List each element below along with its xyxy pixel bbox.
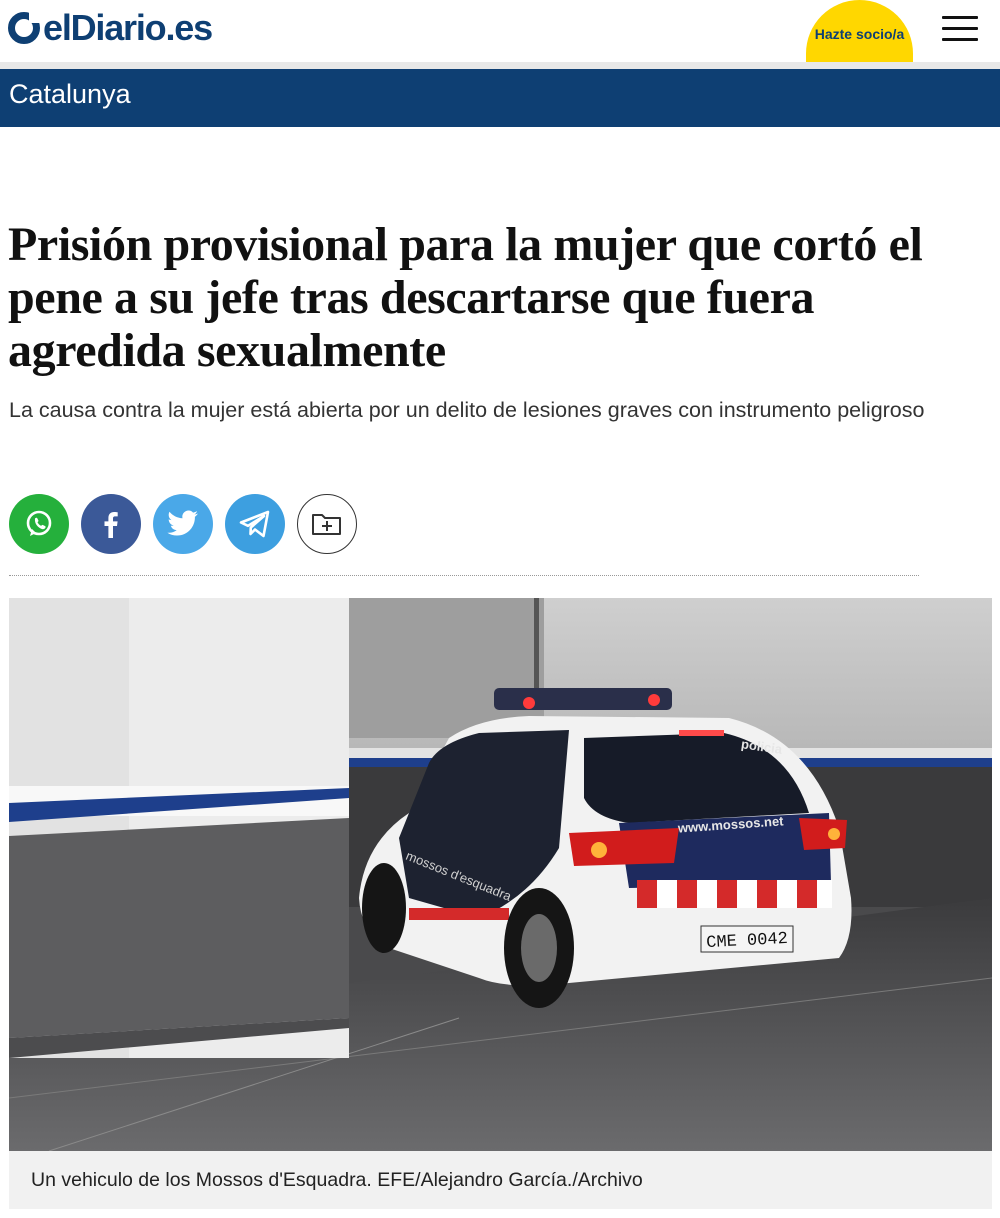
police-car-photo: CME 0042 www.mossos.net policia mossos d… [9, 598, 992, 1151]
telegram-share-button[interactable] [225, 494, 285, 554]
article-headline: Prisión provisional para la mujer que co… [8, 218, 923, 377]
site-logo[interactable]: elDiario.es [8, 7, 213, 48]
twitter-share-button[interactable] [153, 494, 213, 554]
logo-mark-icon [8, 12, 40, 44]
site-header: elDiario.es Hazte socio/a [0, 0, 1000, 62]
add-to-folder-icon [312, 514, 341, 535]
photo-caption: Un vehiculo de los Mossos d'Esquadra. EF… [31, 1169, 643, 1191]
checker-band [637, 880, 832, 908]
save-to-folder-button[interactable] [297, 494, 357, 554]
hamburger-menu-icon[interactable] [942, 16, 978, 42]
dotted-divider [9, 575, 919, 576]
article-subtitle: La causa contra la mujer está abierta po… [9, 398, 925, 422]
share-buttons [9, 494, 357, 554]
hazte-socio-button[interactable]: Hazte socio/a [806, 0, 913, 62]
whatsapp-share-button[interactable] [9, 494, 69, 554]
twitter-icon [167, 510, 198, 536]
facebook-share-button[interactable] [81, 494, 141, 554]
header-divider [0, 62, 1000, 69]
section-bar [0, 69, 1000, 127]
whatsapp-icon [26, 510, 52, 536]
telegram-icon [239, 510, 270, 538]
article-photo[interactable]: CME 0042 www.mossos.net policia mossos d… [9, 598, 992, 1151]
logo-text: elDiario.es [43, 7, 213, 48]
section-label[interactable]: Catalunya [9, 79, 131, 110]
facebook-icon [104, 512, 118, 538]
